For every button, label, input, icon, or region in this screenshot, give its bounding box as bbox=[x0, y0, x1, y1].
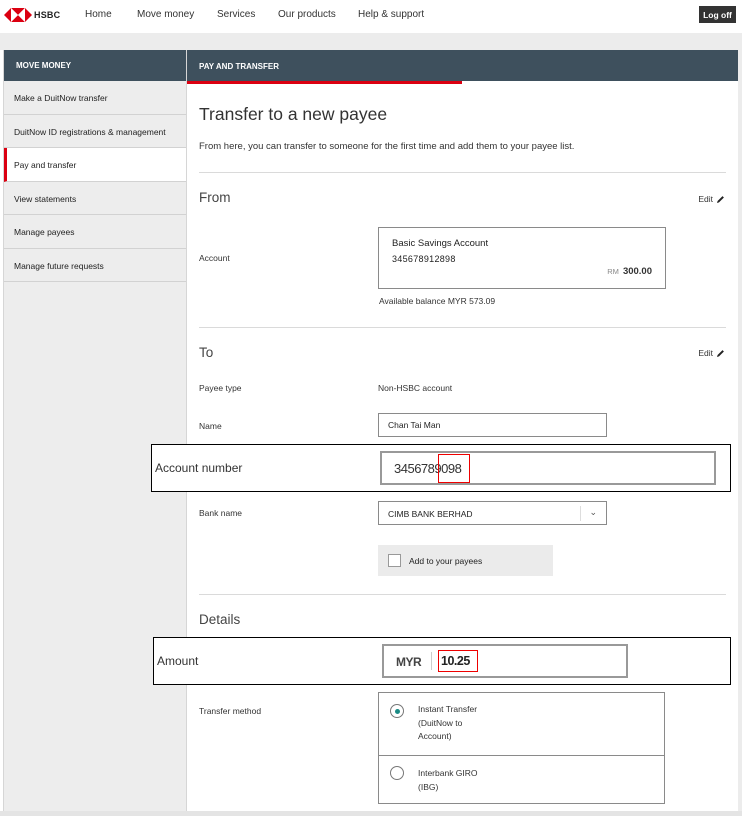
nav-help-support[interactable]: Help & support bbox=[358, 9, 424, 20]
amount-label: Amount bbox=[157, 654, 199, 668]
sidebar-item-duitnow-transfer[interactable]: Make a DuitNow transfer bbox=[4, 81, 186, 115]
page-title: Transfer to a new payee bbox=[199, 104, 388, 124]
radio-interbank-giro[interactable] bbox=[390, 766, 404, 780]
divider bbox=[199, 327, 726, 328]
payee-type-label: Payee type bbox=[199, 383, 242, 393]
transfer-method-group: Instant Transfer (DuitNow to Account) In… bbox=[378, 692, 665, 804]
pencil-icon bbox=[717, 349, 724, 357]
add-to-payees-checkbox[interactable] bbox=[388, 554, 401, 567]
amount-currency: MYR bbox=[396, 655, 422, 669]
method-line: (IBG) bbox=[418, 781, 439, 792]
method-line: Interbank GIRO bbox=[418, 768, 478, 778]
highlight-box bbox=[438, 454, 470, 483]
sidebar-item-manage-future-requests[interactable]: Manage future requests bbox=[4, 249, 186, 282]
intro-text: From here, you can transfer to someone f… bbox=[199, 141, 575, 152]
name-label: Name bbox=[199, 421, 222, 431]
account-name: Basic Savings Account bbox=[392, 238, 489, 249]
transfer-method-instant[interactable]: Instant Transfer (DuitNow to Account) bbox=[379, 693, 664, 755]
bottom-gutter bbox=[0, 811, 742, 816]
highlight-box bbox=[438, 650, 478, 672]
bank-name-value: CIMB BANK BERHAD bbox=[388, 509, 473, 519]
account-number-callout: Account number 3456789098 bbox=[151, 444, 731, 492]
log-off-button[interactable]: Log off bbox=[699, 6, 736, 23]
nav-home[interactable]: Home bbox=[85, 9, 112, 20]
interbank-giro-label: Interbank GIRO (IBG) bbox=[418, 767, 508, 794]
brand-name: HSBC bbox=[34, 10, 61, 20]
currency-separator bbox=[431, 652, 432, 670]
method-line: Instant Transfer bbox=[418, 704, 478, 714]
bank-name-label: Bank name bbox=[199, 508, 242, 518]
main-content: PAY AND TRANSFER Transfer to a new payee… bbox=[187, 50, 738, 816]
divider bbox=[199, 172, 726, 173]
from-edit-link[interactable]: Edit bbox=[698, 194, 725, 204]
pencil-icon bbox=[717, 195, 724, 203]
radio-instant-transfer[interactable] bbox=[390, 704, 404, 718]
select-separator bbox=[580, 506, 581, 521]
instant-transfer-label: Instant Transfer (DuitNow to Account) bbox=[418, 703, 508, 744]
section-header: PAY AND TRANSFER bbox=[187, 50, 738, 81]
top-navigation: HSBC Home Move money Services Our produc… bbox=[0, 0, 742, 33]
payee-type-value: Non-HSBC account bbox=[378, 383, 453, 393]
account-number-label: Account number bbox=[155, 461, 243, 475]
payee-name-input[interactable]: Chan Tai Man bbox=[378, 413, 607, 437]
sidebar-heading: MOVE MONEY bbox=[4, 50, 186, 81]
available-balance: Available balance MYR 573.09 bbox=[379, 296, 496, 306]
edit-label: Edit bbox=[698, 194, 713, 204]
sidebar-item-pay-and-transfer[interactable]: Pay and transfer bbox=[4, 148, 186, 182]
nav-our-products[interactable]: Our products bbox=[278, 9, 336, 20]
from-account-card[interactable]: Basic Savings Account 345678912898 RM 300… bbox=[378, 227, 666, 289]
active-tab-indicator bbox=[187, 81, 462, 84]
transfer-method-label: Transfer method bbox=[199, 706, 262, 716]
balance-amount: 300.00 bbox=[622, 266, 652, 277]
hexagon-logo-icon bbox=[4, 8, 32, 22]
to-section-title: To bbox=[199, 345, 214, 360]
amount-input[interactable]: MYR 10.25 bbox=[382, 644, 628, 678]
method-line: Account) bbox=[418, 731, 452, 741]
transfer-method-ibg[interactable]: Interbank GIRO (IBG) bbox=[379, 756, 664, 804]
sidebar: MOVE MONEY Make a DuitNow transfer DuitN… bbox=[3, 50, 187, 816]
account-number: 345678912898 bbox=[392, 254, 456, 264]
top-divider-strip bbox=[0, 33, 742, 50]
edit-label: Edit bbox=[698, 348, 713, 358]
chevron-down-icon[interactable]: ⌄ bbox=[589, 507, 597, 518]
from-section-title: From bbox=[199, 190, 231, 205]
sidebar-item-duitnow-id[interactable]: DuitNow ID registrations & management bbox=[4, 115, 186, 148]
sidebar-item-view-statements[interactable]: View statements bbox=[4, 182, 186, 215]
details-section-title: Details bbox=[199, 612, 241, 627]
hsbc-logo[interactable]: HSBC bbox=[4, 8, 60, 22]
account-number-input[interactable]: 3456789098 bbox=[380, 451, 716, 485]
add-to-payees-option[interactable]: Add to your payees bbox=[378, 545, 553, 576]
divider bbox=[199, 594, 726, 595]
nav-services[interactable]: Services bbox=[217, 9, 255, 20]
bank-name-select[interactable]: CIMB BANK BERHAD ⌄ bbox=[378, 501, 607, 525]
method-line: (DuitNow to bbox=[418, 717, 463, 728]
amount-callout: Amount MYR 10.25 bbox=[153, 637, 731, 685]
account-label: Account bbox=[199, 253, 230, 263]
right-gutter bbox=[738, 50, 742, 816]
add-to-payees-label: Add to your payees bbox=[409, 555, 483, 566]
sidebar-item-manage-payees[interactable]: Manage payees bbox=[4, 215, 186, 249]
to-edit-link[interactable]: Edit bbox=[698, 348, 725, 358]
balance-currency: RM bbox=[607, 267, 619, 276]
account-balance: RM 300.00 bbox=[607, 266, 652, 277]
nav-move-money[interactable]: Move money bbox=[137, 9, 194, 20]
